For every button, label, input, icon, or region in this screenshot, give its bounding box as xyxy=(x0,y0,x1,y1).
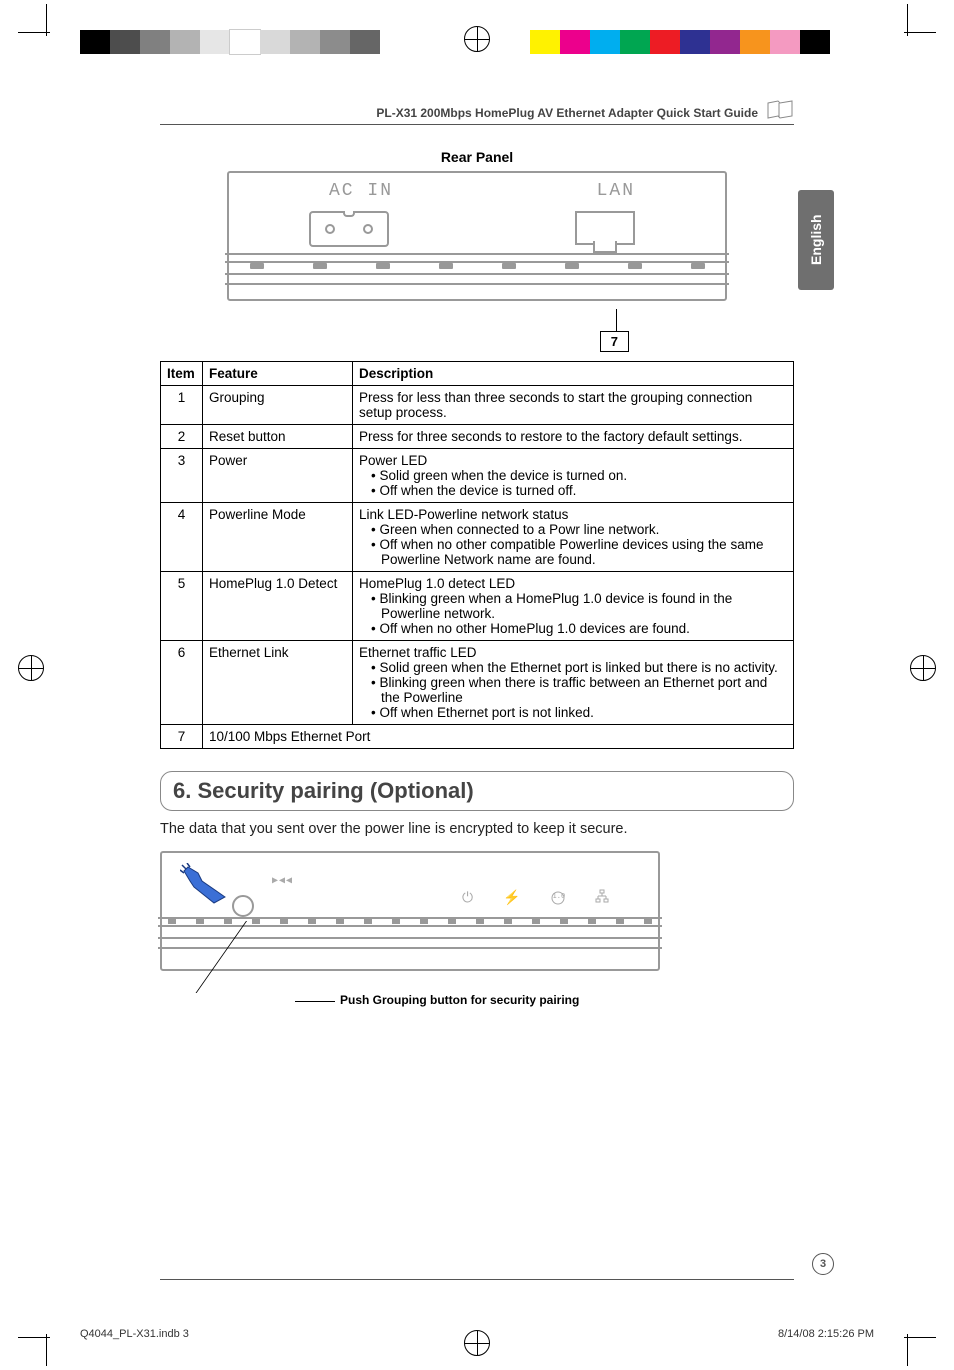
table-row: 4Powerline ModeLink LED-Powerline networ… xyxy=(161,503,794,572)
section-heading: 6. Security pairing (Optional) xyxy=(160,771,794,811)
cell-description: Link LED-Powerline network statusGreen w… xyxy=(353,503,794,572)
rear-panel-callout: 7 xyxy=(227,309,727,353)
press-hand-icon xyxy=(180,863,240,905)
col-item: Item xyxy=(161,362,203,386)
registration-top xyxy=(0,10,954,50)
front-panel-callout: Push Grouping button for security pairin… xyxy=(160,971,660,1021)
ac-in-label: AC IN xyxy=(329,181,393,201)
grouping-callout-text: Push Grouping button for security pairin… xyxy=(340,993,579,1007)
registration-bottom xyxy=(0,1320,954,1360)
homeplug-led-icon: 1.0 xyxy=(551,891,565,908)
grouping-button-icon xyxy=(232,895,254,917)
language-tab: English xyxy=(798,190,834,290)
col-feature: Feature xyxy=(203,362,353,386)
page-body: PL-X31 200Mbps HomePlug AV Ethernet Adap… xyxy=(160,100,794,1280)
footer-rule xyxy=(160,1279,794,1280)
running-head: PL-X31 200Mbps HomePlug AV Ethernet Adap… xyxy=(160,100,794,125)
cell-feature: HomePlug 1.0 Detect xyxy=(203,572,353,641)
registration-target-icon xyxy=(18,655,44,681)
powerline-led-icon: ⚡ xyxy=(503,889,520,906)
table-row: 5HomePlug 1.0 DetectHomePlug 1.0 detect … xyxy=(161,572,794,641)
features-table: Item Feature Description 1GroupingPress … xyxy=(160,361,794,749)
cell-item: 2 xyxy=(161,425,203,449)
rear-panel-drawing: AC IN LAN xyxy=(227,171,727,301)
lan-label: LAN xyxy=(597,181,635,201)
cell-item: 7 xyxy=(161,725,203,749)
cell-feature: Grouping xyxy=(203,386,353,425)
cell-item: 4 xyxy=(161,503,203,572)
cell-description: Press for less than three seconds to sta… xyxy=(353,386,794,425)
table-row: 6Ethernet LinkEthernet traffic LEDSolid … xyxy=(161,641,794,725)
table-row: 3PowerPower LEDSolid green when the devi… xyxy=(161,449,794,503)
cell-item: 5 xyxy=(161,572,203,641)
running-head-text: PL-X31 200Mbps HomePlug AV Ethernet Adap… xyxy=(376,106,758,120)
registration-target-icon xyxy=(464,26,490,52)
imposition-timestamp: 8/14/08 2:15:26 PM xyxy=(778,1328,874,1340)
table-row: 2Reset buttonPress for three seconds to … xyxy=(161,425,794,449)
registration-target-icon xyxy=(910,655,936,681)
front-panel-figure: ▶◀◀ ⏻ ⚡ 1.0 Push Grouping button for sec xyxy=(160,851,794,1021)
table-header-row: Item Feature Description xyxy=(161,362,794,386)
callout-number-7: 7 xyxy=(600,331,629,352)
lan-port-icon xyxy=(575,211,635,245)
cell-description: Power LEDSolid green when the device is … xyxy=(353,449,794,503)
table-row: 1GroupingPress for less than three secon… xyxy=(161,386,794,425)
cell-description: HomePlug 1.0 detect LEDBlinking green wh… xyxy=(353,572,794,641)
cell-feature: Ethernet Link xyxy=(203,641,353,725)
cell-feature: Powerline Mode xyxy=(203,503,353,572)
cell-feature: Reset button xyxy=(203,425,353,449)
cell-description: Press for three seconds to restore to th… xyxy=(353,425,794,449)
cell-feature-span: 10/100 Mbps Ethernet Port xyxy=(203,725,794,749)
rear-panel-caption: Rear Panel xyxy=(160,149,794,165)
cell-item: 1 xyxy=(161,386,203,425)
imposition-footer: Q4044_PL-X31.indb 3 8/14/08 2:15:26 PM xyxy=(80,1328,874,1340)
cell-item: 6 xyxy=(161,641,203,725)
cell-feature: Power xyxy=(203,449,353,503)
col-description: Description xyxy=(353,362,794,386)
imposition-file: Q4044_PL-X31.indb 3 xyxy=(80,1328,189,1340)
cell-item: 3 xyxy=(161,449,203,503)
reset-label: ▶◀◀ xyxy=(272,875,293,887)
page-number: 3 xyxy=(812,1253,834,1275)
front-panel-drawing: ▶◀◀ ⏻ ⚡ 1.0 xyxy=(160,851,660,971)
power-led-icon: ⏻ xyxy=(462,889,473,906)
ethernet-led-icon xyxy=(595,889,609,906)
manual-book-icon xyxy=(766,100,794,120)
rear-panel-figure: AC IN LAN 7 xyxy=(160,171,794,353)
section-body-text: The data that you sent over the power li… xyxy=(160,821,794,837)
table-row: 710/100 Mbps Ethernet Port xyxy=(161,725,794,749)
cell-description: Ethernet traffic LEDSolid green when the… xyxy=(353,641,794,725)
ac-socket-icon xyxy=(309,211,389,247)
